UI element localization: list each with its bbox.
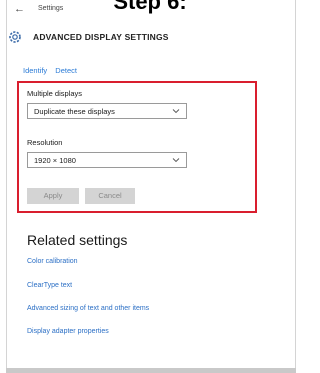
page-title: ADVANCED DISPLAY SETTINGS xyxy=(33,32,169,42)
gear-icon xyxy=(9,31,21,43)
cancel-button[interactable]: Cancel xyxy=(85,188,135,204)
multiple-displays-label: Multiple displays xyxy=(27,89,83,98)
display-adapter-properties-link[interactable]: Display adapter properties xyxy=(27,328,109,335)
detect-link[interactable]: Detect xyxy=(55,66,77,75)
advanced-sizing-link[interactable]: Advanced sizing of text and other items xyxy=(27,305,149,312)
chevron-down-icon xyxy=(172,109,180,114)
page-header: ADVANCED DISPLAY SETTINGS xyxy=(7,26,295,48)
chevron-down-icon xyxy=(172,158,180,163)
multiple-displays-value: Duplicate these displays xyxy=(34,107,115,116)
window-bottom-edge xyxy=(6,368,296,373)
apply-button[interactable]: Apply xyxy=(27,188,79,204)
cleartype-text-link[interactable]: ClearType text xyxy=(27,282,72,289)
step-caption: Step 6: xyxy=(113,0,187,14)
identify-link[interactable]: Identify xyxy=(23,66,47,75)
color-calibration-link[interactable]: Color calibration xyxy=(27,258,78,265)
multiple-displays-dropdown[interactable]: Duplicate these displays xyxy=(27,103,187,119)
resolution-value: 1920 × 1080 xyxy=(34,156,76,165)
resolution-label: Resolution xyxy=(27,138,63,147)
resolution-dropdown[interactable]: 1920 × 1080 xyxy=(27,152,187,168)
display-links: Identify Detect xyxy=(23,66,83,75)
related-settings-heading: Related settings xyxy=(27,232,128,248)
settings-window: ← Settings ADVANCED DISPLAY SETTINGS Ide… xyxy=(6,0,296,368)
highlight-box: Multiple displays Duplicate these displa… xyxy=(17,81,257,213)
